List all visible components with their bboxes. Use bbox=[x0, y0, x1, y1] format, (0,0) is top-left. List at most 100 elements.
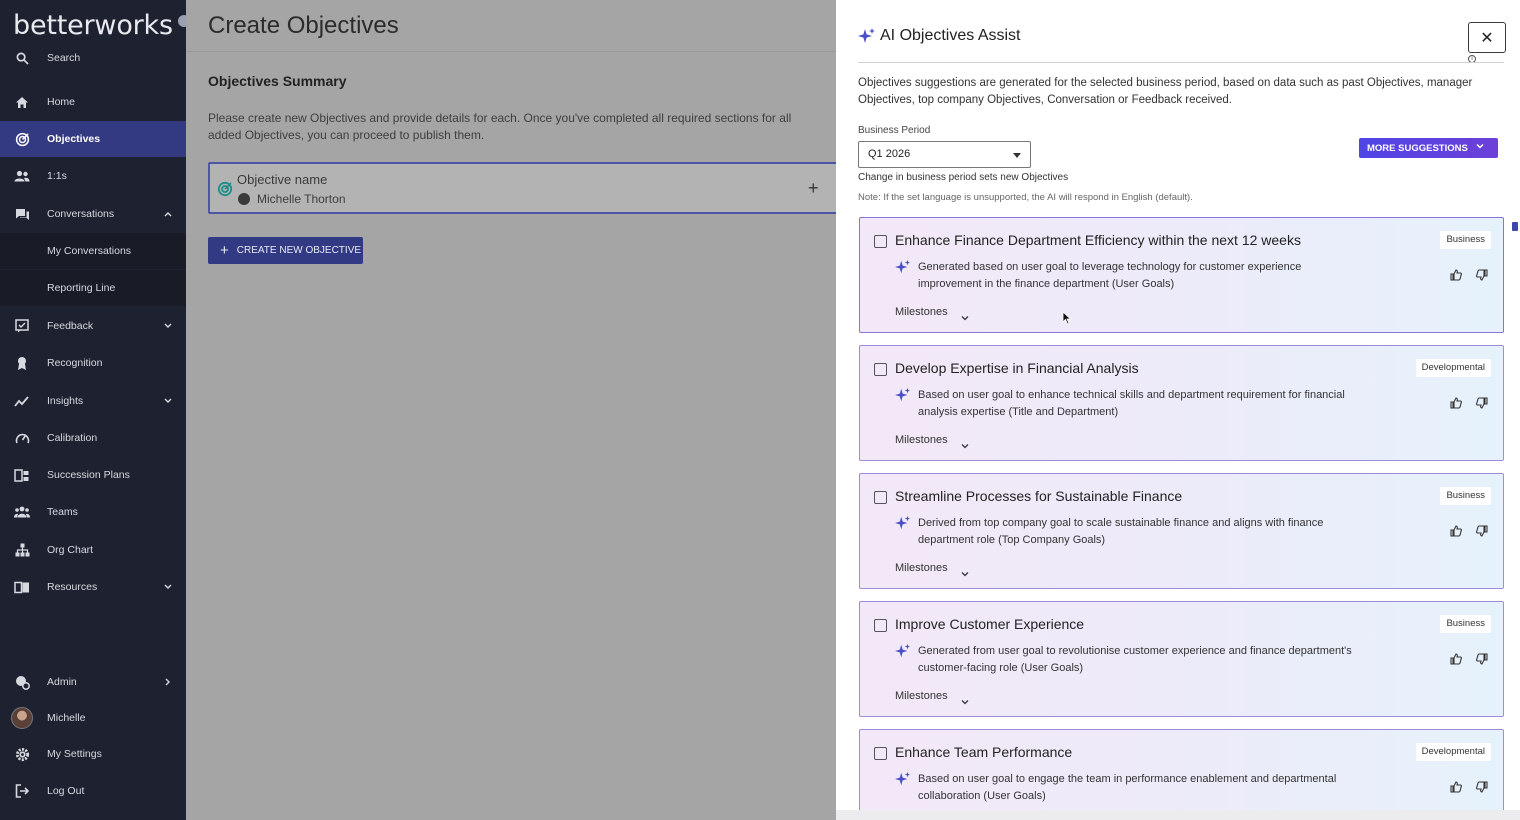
recognition-icon bbox=[14, 355, 30, 371]
sidebar-item-label: Recognition bbox=[47, 357, 103, 369]
chevron-up-icon bbox=[164, 210, 172, 218]
caret-down-icon bbox=[1013, 153, 1021, 158]
chevron-down-icon[interactable] bbox=[961, 437, 969, 449]
suggestion-title: Develop Expertise in Financial Analysis bbox=[895, 360, 1139, 376]
milestones-toggle[interactable]: Milestones bbox=[895, 306, 948, 318]
create-new-objective-button[interactable]: + CREATE NEW OBJECTIVE bbox=[208, 237, 363, 264]
sidebar-item-label: Reporting Line bbox=[47, 282, 116, 294]
objective-name-input[interactable]: Objective name bbox=[237, 172, 327, 187]
milestones-toggle[interactable]: Milestones bbox=[895, 434, 948, 446]
thumbs-down-icon[interactable] bbox=[1476, 652, 1488, 665]
sidebar-item-my-conversations[interactable]: My Conversations bbox=[0, 233, 186, 269]
sidebar-item-1on1s[interactable]: 1:1s bbox=[0, 158, 186, 194]
sidebar-item-search[interactable]: Search bbox=[0, 40, 186, 76]
suggestion-reason: Based on user goal to enhance technical … bbox=[918, 389, 1345, 418]
sidebar-item-calibration[interactable]: Calibration bbox=[0, 420, 186, 456]
sidebar-item-reporting-line[interactable]: Reporting Line bbox=[0, 270, 186, 306]
page-header: Create Objectives bbox=[186, 0, 836, 52]
plus-icon: + bbox=[220, 242, 229, 259]
org-chart-icon bbox=[14, 542, 30, 558]
business-period-value: Q1 2026 bbox=[868, 148, 911, 160]
more-suggestions-button[interactable]: MORE SUGGESTIONS bbox=[1359, 138, 1498, 158]
suggestion-type-badge: Business bbox=[1440, 615, 1491, 633]
add-icon[interactable]: + bbox=[808, 178, 819, 199]
sidebar-item-resources[interactable]: Resources bbox=[0, 569, 186, 605]
section-description: Please create new Objectives and provide… bbox=[208, 111, 792, 142]
chevron-down-icon[interactable] bbox=[961, 693, 969, 705]
chevron-down-icon[interactable] bbox=[961, 565, 969, 577]
teams-icon bbox=[14, 504, 30, 520]
sparkle-icon bbox=[895, 771, 911, 787]
business-period-label: Business Period bbox=[858, 125, 931, 136]
suggestion-type-badge: Developmental bbox=[1415, 743, 1491, 761]
sidebar-item-my-settings[interactable]: My Settings bbox=[0, 736, 186, 772]
milestones-toggle[interactable]: Milestones bbox=[895, 690, 948, 702]
suggestion-checkbox[interactable] bbox=[874, 363, 887, 376]
business-period-hint: Change in business period sets new Objec… bbox=[858, 172, 1069, 183]
suggestion-reason: Based on user goal to engage the team in… bbox=[918, 773, 1337, 802]
sidebar-item-feedback[interactable]: Feedback bbox=[0, 308, 186, 344]
sparkle-icon bbox=[895, 259, 911, 275]
suggestion-checkbox[interactable] bbox=[874, 747, 887, 760]
sidebar-item-teams[interactable]: Teams bbox=[0, 494, 186, 530]
thumbs-up-icon[interactable] bbox=[1450, 652, 1462, 665]
objective-owner: Michelle Thorton bbox=[257, 192, 346, 206]
sidebar-item-label: My Conversations bbox=[47, 245, 132, 257]
close-button[interactable]: ✕ bbox=[1468, 22, 1506, 53]
page-title: Create Objectives bbox=[208, 12, 399, 39]
sidebar-item-recognition[interactable]: Recognition bbox=[0, 345, 186, 381]
sidebar-item-label: Conversations bbox=[47, 208, 115, 220]
sidebar-item-home[interactable]: Home bbox=[0, 84, 186, 120]
sidebar-item-label: Objectives bbox=[47, 133, 101, 145]
suggestion-card[interactable]: Streamline Processes for Sustainable Fin… bbox=[859, 473, 1504, 589]
button-label: CREATE NEW OBJECTIVE bbox=[236, 245, 362, 256]
suggestion-card[interactable]: Enhance Team Performance Developmental B… bbox=[859, 729, 1504, 820]
sidebar-item-profile[interactable]: Michelle bbox=[0, 700, 186, 736]
sidebar-item-succession-plans[interactable]: Succession Plans bbox=[0, 457, 186, 493]
owner-avatar bbox=[238, 193, 250, 205]
trash-icon[interactable] bbox=[1512, 222, 1518, 231]
sidebar-item-objectives[interactable]: Objectives bbox=[0, 121, 186, 157]
calibration-icon bbox=[14, 430, 30, 446]
thumbs-up-icon[interactable] bbox=[1450, 396, 1462, 409]
resources-icon bbox=[14, 579, 30, 595]
suggestion-type-badge: Business bbox=[1440, 487, 1491, 505]
objective-card[interactable]: Objective name Michelle Thorton + bbox=[208, 162, 836, 214]
suggestion-type-badge: Developmental bbox=[1415, 359, 1491, 377]
people-icon bbox=[14, 168, 30, 184]
sidebar-item-label: Succession Plans bbox=[47, 469, 130, 481]
sidebar: betterworks Search Home Objectives 1:1s … bbox=[0, 0, 190, 820]
suggestion-card[interactable]: Develop Expertise in Financial Analysis … bbox=[859, 345, 1504, 461]
sidebar-item-log-out[interactable]: Log Out bbox=[0, 773, 186, 809]
sidebar-item-admin[interactable]: Admin bbox=[0, 664, 186, 700]
thumbs-down-icon[interactable] bbox=[1476, 524, 1488, 537]
thumbs-up-icon[interactable] bbox=[1450, 268, 1462, 281]
avatar bbox=[11, 707, 33, 729]
button-label: MORE SUGGESTIONS bbox=[1367, 142, 1468, 154]
sidebar-item-org-chart[interactable]: Org Chart bbox=[0, 532, 186, 568]
thumbs-down-icon[interactable] bbox=[1476, 396, 1488, 409]
suggestion-card[interactable]: Enhance Finance Department Efficiency wi… bbox=[859, 217, 1504, 333]
suggestion-checkbox[interactable] bbox=[874, 619, 887, 632]
suggestion-card[interactable]: Improve Customer Experience Business Gen… bbox=[859, 601, 1504, 717]
ai-objectives-panel: AI Objectives Assist ✕ i Objectives sugg… bbox=[836, 0, 1520, 820]
suggestion-checkbox[interactable] bbox=[874, 491, 887, 504]
sidebar-item-conversations[interactable]: Conversations bbox=[0, 196, 186, 232]
sidebar-item-insights[interactable]: Insights bbox=[0, 383, 186, 419]
business-period-select[interactable]: Q1 2026 bbox=[858, 141, 1031, 168]
thumbs-down-icon[interactable] bbox=[1476, 268, 1488, 281]
thumbs-up-icon[interactable] bbox=[1450, 780, 1462, 793]
divider bbox=[858, 62, 1504, 63]
suggestion-checkbox[interactable] bbox=[874, 235, 887, 248]
milestones-toggle[interactable]: Milestones bbox=[895, 562, 948, 574]
sidebar-item-label: Log Out bbox=[47, 785, 85, 797]
thumbs-down-icon[interactable] bbox=[1476, 780, 1488, 793]
sidebar-item-label: My Settings bbox=[47, 748, 102, 760]
suggestion-title: Streamline Processes for Sustainable Fin… bbox=[895, 488, 1183, 504]
horizontal-scrollbar[interactable] bbox=[836, 810, 1520, 820]
suggestion-type-badge: Business bbox=[1440, 231, 1491, 249]
chevron-down-icon[interactable] bbox=[961, 309, 969, 321]
sidebar-item-label: Calibration bbox=[47, 432, 98, 444]
section-title: Objectives Summary bbox=[208, 73, 347, 89]
thumbs-up-icon[interactable] bbox=[1450, 524, 1462, 537]
